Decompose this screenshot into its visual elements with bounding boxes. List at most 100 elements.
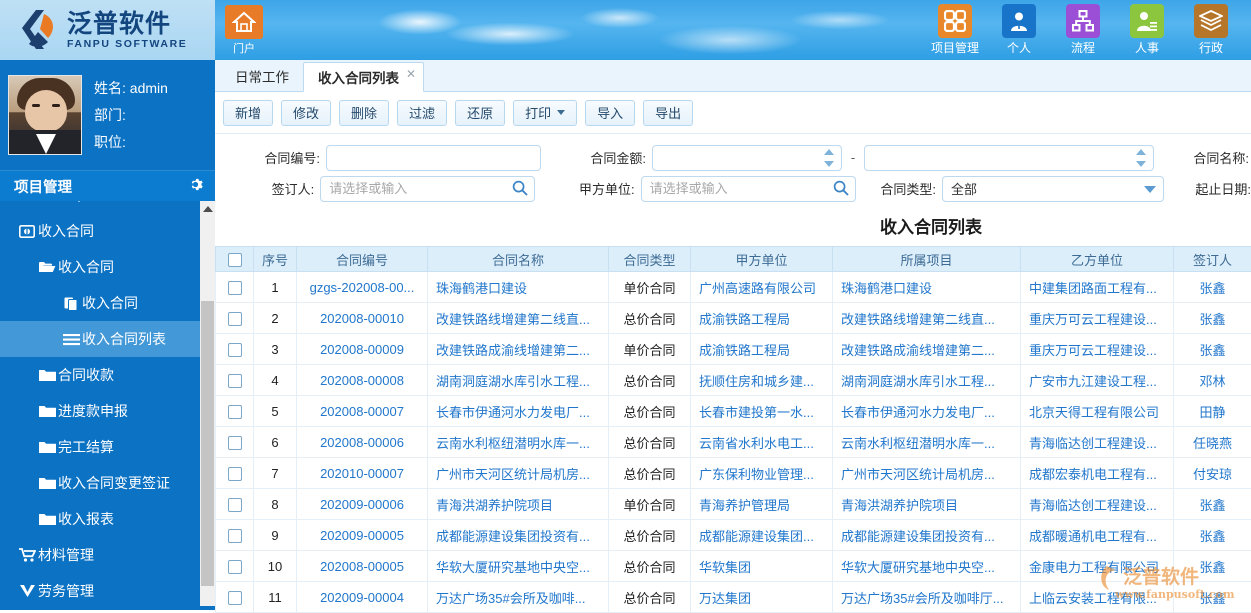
select-all-header[interactable]: [216, 247, 254, 272]
cell-party-b[interactable]: 北京天得工程有限公司: [1021, 396, 1174, 427]
row-checkbox[interactable]: [228, 312, 242, 326]
table-row[interactable]: 9202009-00005成都能源建设集团投资有...总价合同成都能源建设集团.…: [216, 520, 1251, 551]
cell-party-a[interactable]: 华软集团: [691, 551, 833, 582]
row-checkbox[interactable]: [228, 498, 242, 512]
cell-party-a[interactable]: 成渝铁路工程局: [691, 334, 833, 365]
cell-contract-name[interactable]: 改建铁路线增建第二线直...: [428, 303, 609, 334]
cell-signer[interactable]: 张鑫: [1174, 303, 1251, 334]
row-checkbox-cell[interactable]: [216, 489, 254, 520]
tab-daily-work[interactable]: 日常工作: [221, 61, 303, 91]
amount-to-input[interactable]: [864, 145, 1154, 171]
sidebar-item-income-contract-list[interactable]: 收入合同列表: [0, 321, 215, 357]
row-checkbox-cell[interactable]: [216, 334, 254, 365]
cell-contract-no[interactable]: 202009-00006: [297, 489, 428, 520]
row-checkbox[interactable]: [228, 560, 242, 574]
row-checkbox-cell[interactable]: [216, 520, 254, 551]
cell-party-b[interactable]: 青海临达创工程建设...: [1021, 427, 1174, 458]
cell-signer[interactable]: 张鑫: [1174, 272, 1251, 303]
cell-contract-name[interactable]: 华软大厦研究基地中央空...: [428, 551, 609, 582]
cell-project[interactable]: 湖南洞庭湖水库引水工程...: [833, 365, 1021, 396]
select-all-checkbox[interactable]: [228, 253, 242, 267]
cell-contract-name[interactable]: 湖南洞庭湖水库引水工程...: [428, 365, 609, 396]
search-icon[interactable]: [833, 180, 849, 196]
stepper-icon[interactable]: [1136, 149, 1148, 167]
edit-button[interactable]: 修改: [281, 100, 331, 126]
row-checkbox-cell[interactable]: [216, 458, 254, 489]
cell-party-b[interactable]: 重庆万可云工程建设...: [1021, 334, 1174, 365]
row-checkbox-cell[interactable]: [216, 396, 254, 427]
cell-party-b[interactable]: 重庆万可云工程建设...: [1021, 303, 1174, 334]
row-checkbox-cell[interactable]: [216, 303, 254, 334]
signer-input[interactable]: [320, 176, 535, 202]
row-checkbox-cell[interactable]: [216, 582, 254, 613]
sidebar-item-completion-settlement[interactable]: 完工结算 ▶: [0, 429, 215, 465]
cell-contract-name[interactable]: 改建铁路成渝线增建第二...: [428, 334, 609, 365]
cell-contract-name[interactable]: 青海洪湖养护院项目: [428, 489, 609, 520]
col-contract-name[interactable]: 合同名称: [428, 247, 609, 272]
row-checkbox-cell[interactable]: [216, 365, 254, 396]
row-checkbox[interactable]: [228, 436, 242, 450]
cell-project[interactable]: 改建铁路线增建第二线直...: [833, 303, 1021, 334]
stepper-icon[interactable]: [824, 149, 836, 167]
cell-party-a[interactable]: 云南省水利水电工...: [691, 427, 833, 458]
cell-signer[interactable]: 田静: [1174, 396, 1251, 427]
table-row[interactable]: 8202009-00006青海洪湖养护院项目单价合同青海养护管理局青海洪湖养护院…: [216, 489, 1251, 520]
col-index[interactable]: 序号: [254, 247, 297, 272]
cell-party-b[interactable]: 成都暖通机电工程有...: [1021, 520, 1174, 551]
cell-contract-no[interactable]: 202008-00006: [297, 427, 428, 458]
cell-party-a[interactable]: 万达集团: [691, 582, 833, 613]
scroll-up-arrow[interactable]: [200, 201, 215, 217]
cell-contract-no[interactable]: 202008-00007: [297, 396, 428, 427]
col-project[interactable]: 所属项目: [833, 247, 1021, 272]
cell-signer[interactable]: 邓林: [1174, 365, 1251, 396]
cell-project[interactable]: 改建铁路成渝线增建第二...: [833, 334, 1021, 365]
row-checkbox-cell[interactable]: [216, 551, 254, 582]
nav-item-hr[interactable]: 人事: [1115, 2, 1179, 56]
sidebar-scrollbar[interactable]: [200, 201, 215, 606]
col-contract-no[interactable]: 合同编号: [297, 247, 428, 272]
row-checkbox[interactable]: [228, 374, 242, 388]
cell-signer[interactable]: 张鑫: [1174, 520, 1251, 551]
export-button[interactable]: 导出: [643, 100, 693, 126]
sidebar-item-income-contract[interactable]: 收入合同: [0, 285, 215, 321]
col-party-a[interactable]: 甲方单位: [691, 247, 833, 272]
close-icon[interactable]: ✕: [406, 67, 416, 81]
row-checkbox[interactable]: [228, 467, 242, 481]
sidebar-item-contract-change-visa[interactable]: 收入合同变更签证 ▶: [0, 465, 215, 501]
cell-contract-name[interactable]: 广州市天河区统计局机房...: [428, 458, 609, 489]
col-signer[interactable]: 签订人: [1174, 247, 1251, 272]
cell-party-a[interactable]: 抚顺住房和城乡建...: [691, 365, 833, 396]
row-checkbox-cell[interactable]: [216, 272, 254, 303]
nav-item-flow[interactable]: 流程: [1051, 2, 1115, 56]
cell-contract-no[interactable]: 202008-00008: [297, 365, 428, 396]
cell-contract-no[interactable]: 202008-00005: [297, 551, 428, 582]
table-row[interactable]: 5202008-00007长春市伊通河水力发电厂...总价合同长春市建投第一水.…: [216, 396, 1251, 427]
portal-button[interactable]: 门户: [216, 5, 272, 57]
cell-party-b[interactable]: 青海临达创工程建设...: [1021, 489, 1174, 520]
row-checkbox[interactable]: [228, 281, 242, 295]
row-checkbox[interactable]: [228, 343, 242, 357]
cell-party-b[interactable]: 中建集团路面工程有...: [1021, 272, 1174, 303]
table-row[interactable]: 1gzgs-202008-00...珠海鹤港口建设单价合同广州高速路有限公司珠海…: [216, 272, 1251, 303]
import-button[interactable]: 导入: [585, 100, 635, 126]
cell-party-a[interactable]: 广东保利物业管理...: [691, 458, 833, 489]
cell-contract-no[interactable]: 202008-00009: [297, 334, 428, 365]
col-party-b[interactable]: 乙方单位: [1021, 247, 1174, 272]
sidebar-item-labor-management[interactable]: 劳务管理 ▶: [0, 573, 215, 606]
cell-contract-no[interactable]: 202010-00007: [297, 458, 428, 489]
sidebar-item-income-contract-folder[interactable]: 收入合同 ▼: [0, 249, 215, 285]
cell-project[interactable]: 云南水利枢纽潜明水库一...: [833, 427, 1021, 458]
cell-contract-name[interactable]: 云南水利枢纽潜明水库一...: [428, 427, 609, 458]
row-checkbox[interactable]: [228, 591, 242, 605]
table-row[interactable]: 7202010-00007广州市天河区统计局机房...总价合同广东保利物业管理.…: [216, 458, 1251, 489]
cell-signer[interactable]: 张鑫: [1174, 489, 1251, 520]
sidebar-item-contract-receipt[interactable]: 合同收款 ▶: [0, 357, 215, 393]
contract-type-select[interactable]: [942, 176, 1164, 202]
cell-party-a[interactable]: 成都能源建设集团...: [691, 520, 833, 551]
print-button[interactable]: 打印: [513, 100, 577, 126]
nav-item-personal[interactable]: 个人: [987, 2, 1051, 56]
col-contract-type[interactable]: 合同类型: [609, 247, 691, 272]
cell-party-b[interactable]: 金康电力工程有限公司: [1021, 551, 1174, 582]
contract-type-field[interactable]: [942, 176, 1164, 202]
nav-item-admin[interactable]: 行政: [1179, 2, 1243, 56]
